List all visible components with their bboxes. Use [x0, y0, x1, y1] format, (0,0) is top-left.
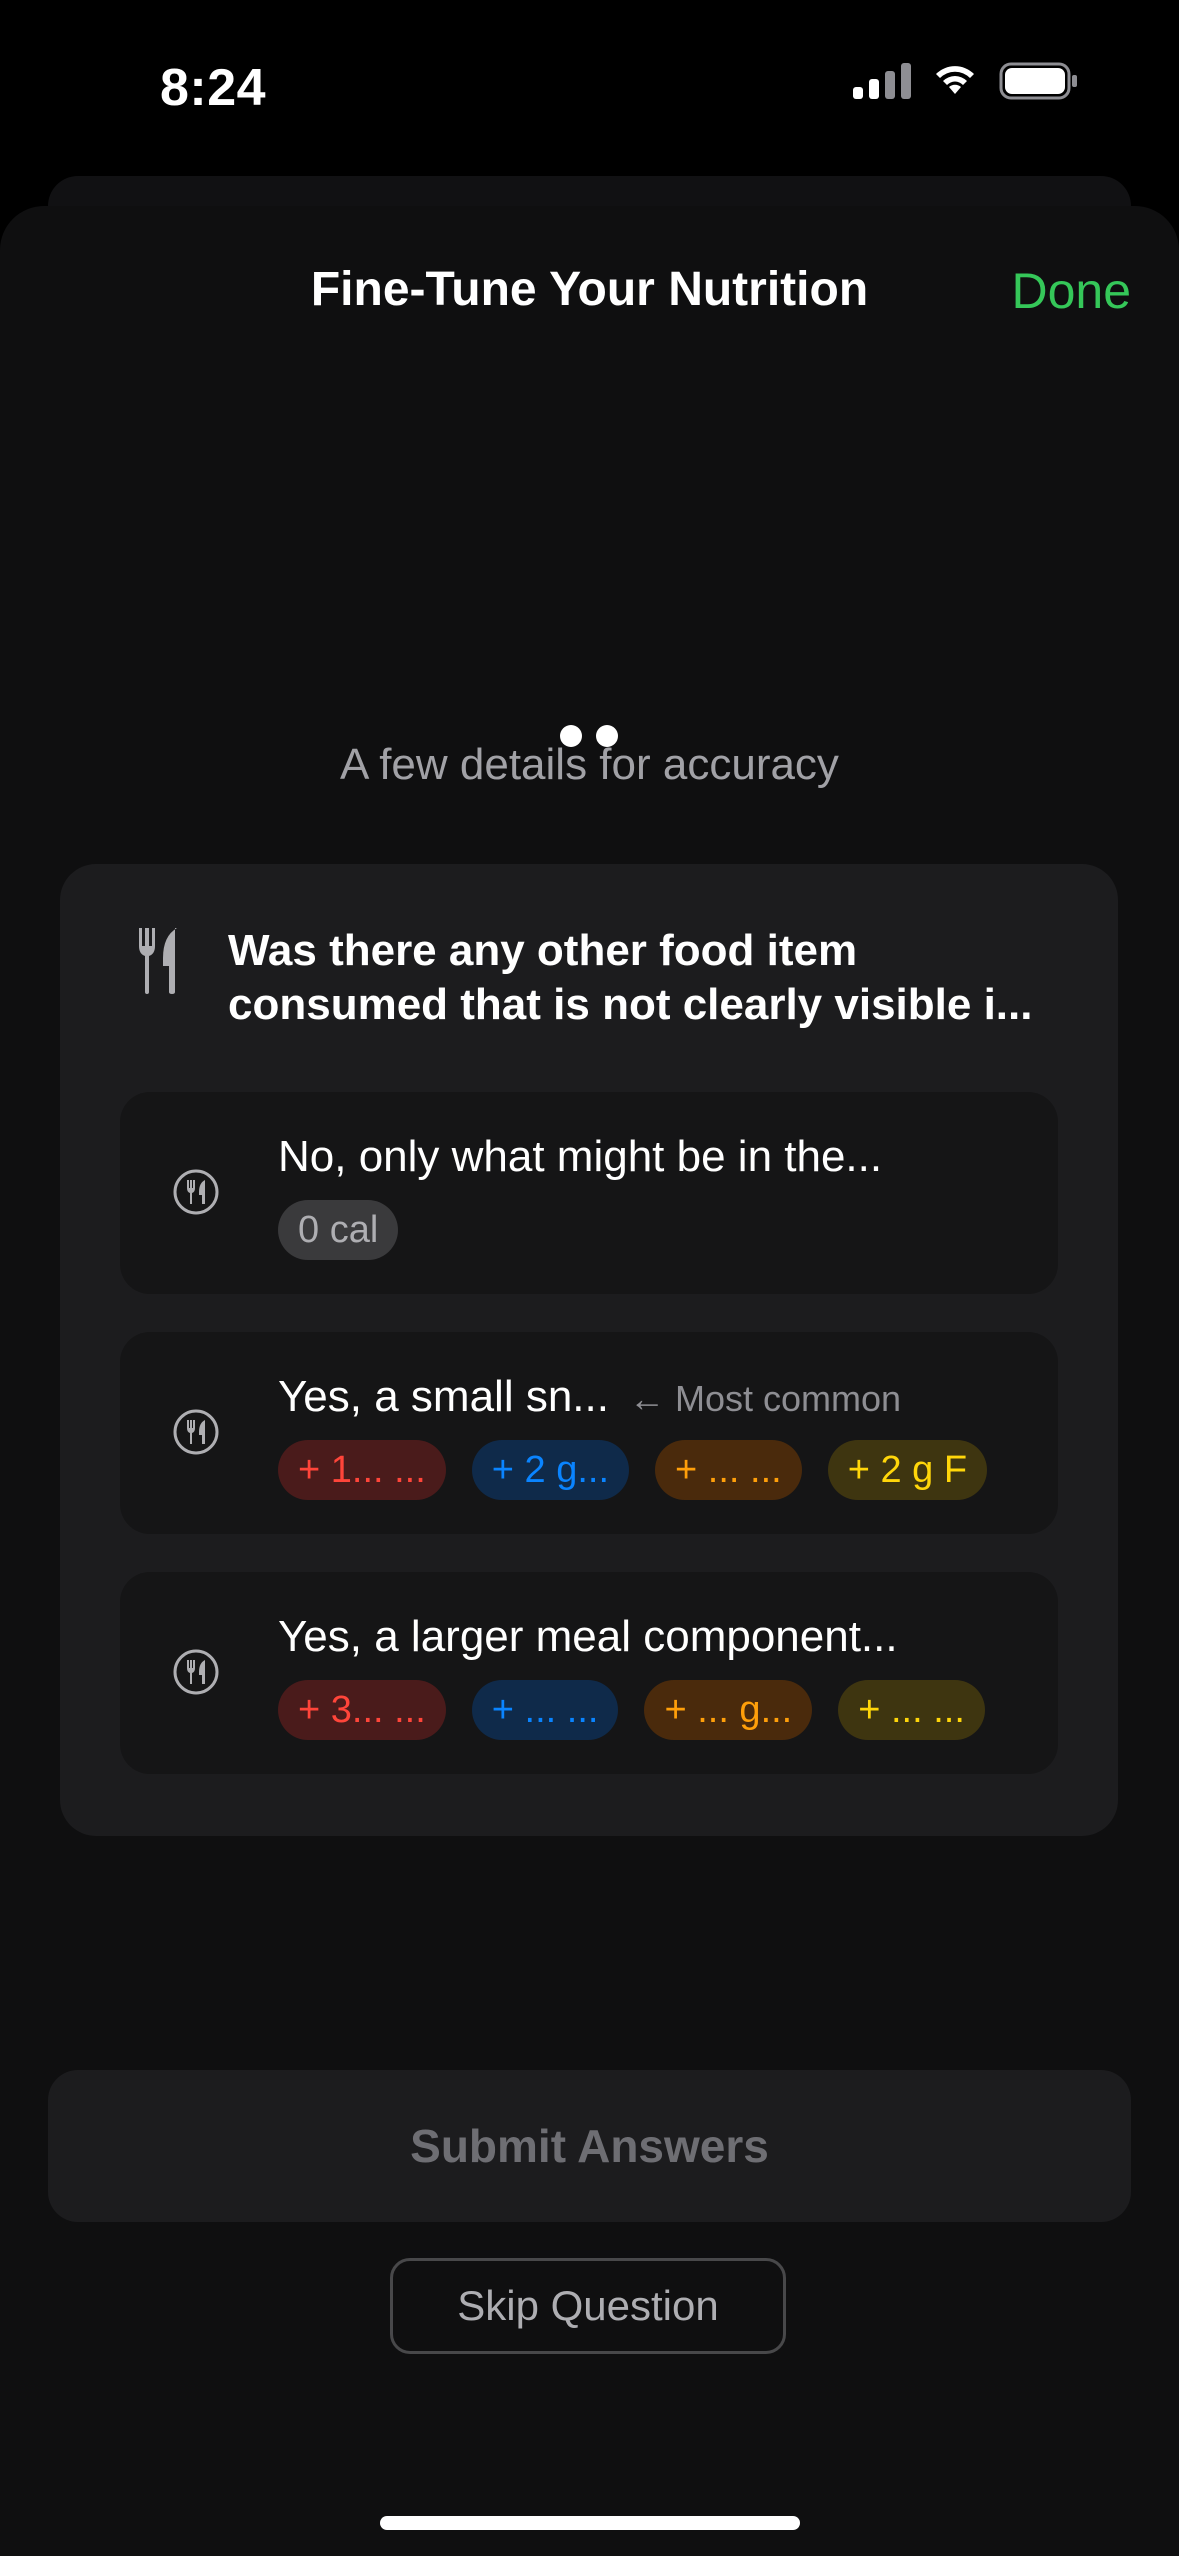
- nutrition-pills: 0 cal: [278, 1200, 399, 1260]
- option-larger-meal[interactable]: Yes, a larger meal component... + 3... .…: [120, 1572, 1058, 1774]
- fork-knife-icon: [139, 928, 177, 994]
- cellular-signal-icon: [853, 63, 911, 99]
- fat-pill: + 2 g F: [827, 1440, 988, 1500]
- option-label: No, only what might be in the...: [278, 1132, 883, 1181]
- question-card: Was there any other food item consumed t…: [60, 864, 1118, 1836]
- skip-question-button[interactable]: Skip Question: [390, 2258, 786, 2354]
- option-small-snack[interactable]: Yes, a small sn... ← Most common + 1... .…: [120, 1332, 1058, 1534]
- carbs-pill: + ... g...: [644, 1680, 813, 1740]
- protein-pill: + ... ...: [471, 1680, 619, 1740]
- option-label-text: Yes, a small sn...: [278, 1372, 609, 1421]
- status-time: 8:24: [160, 59, 267, 117]
- fork-knife-circle-icon: [173, 1169, 219, 1215]
- submit-answers-button[interactable]: Submit Answers: [48, 2070, 1131, 2222]
- nutrition-pills: + 1... ... + 2 g... + ... ... + 2 g F: [278, 1440, 988, 1500]
- status-icons: [853, 62, 1079, 100]
- battery-icon: [999, 62, 1077, 100]
- fork-knife-circle-icon: [173, 1649, 219, 1695]
- option-label: Yes, a small sn... ← Most common: [278, 1372, 901, 1422]
- most-common-tag: ← Most common: [628, 1378, 902, 1419]
- home-indicator[interactable]: [380, 2516, 800, 2530]
- option-no[interactable]: No, only what might be in the... 0 cal: [120, 1092, 1058, 1294]
- calorie-pill: 0 cal: [278, 1200, 399, 1260]
- done-button[interactable]: Done: [1011, 262, 1131, 320]
- page-title: Fine-Tune Your Nutrition: [310, 263, 869, 316]
- calorie-pill: + 1... ...: [278, 1440, 446, 1500]
- nutrition-pills: + 3... ... + ... ... + ... g... + ... ..…: [278, 1680, 985, 1740]
- wifi-icon: [936, 66, 974, 94]
- fork-knife-circle-icon: [173, 1409, 219, 1455]
- protein-pill: + 2 g...: [471, 1440, 630, 1500]
- calorie-pill: + 3... ...: [278, 1680, 446, 1740]
- question-text: Was there any other food item consumed t…: [228, 926, 1033, 1029]
- carbs-pill: + ... ...: [655, 1440, 802, 1500]
- option-label: Yes, a larger meal component...: [278, 1612, 898, 1661]
- fat-pill: + ... ...: [838, 1680, 985, 1740]
- subtitle: A few details for accuracy: [340, 740, 839, 789]
